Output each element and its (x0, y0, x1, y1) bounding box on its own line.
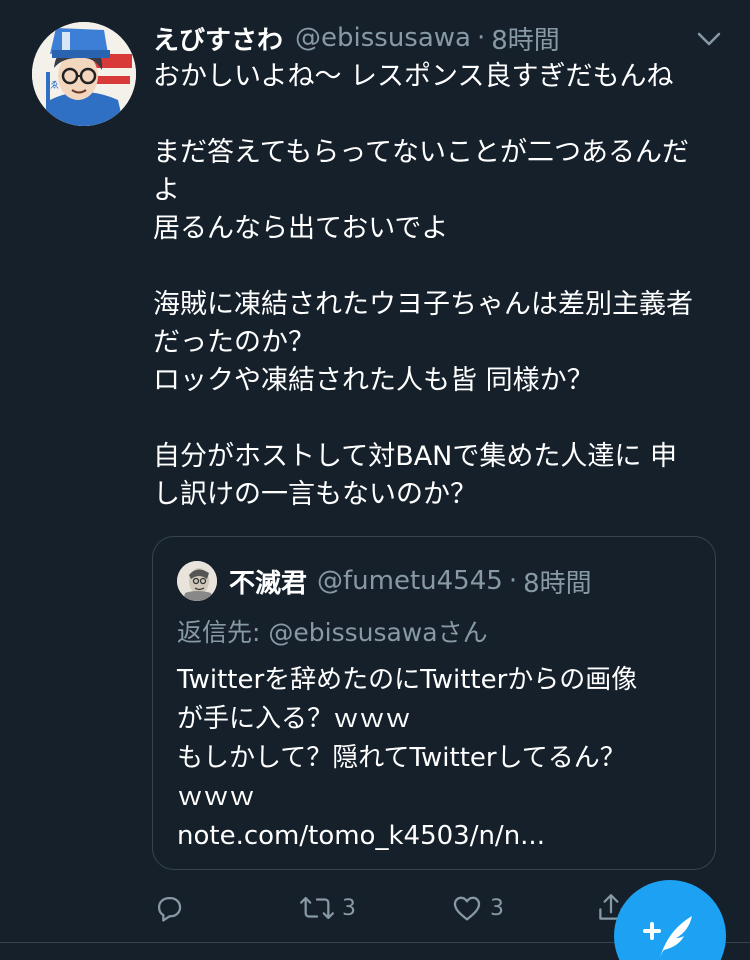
quoted-display-name[interactable]: 不滅君 (229, 563, 307, 600)
replying-to-prefix: 返信先: (177, 618, 269, 647)
tweet-text-line: 自分がホストして対BANで集めた人達に 申 (153, 441, 677, 472)
chevron-down-icon (697, 32, 721, 46)
quoted-tweet-card[interactable]: 不滅君 @fumetu4545 · 8時間 返信先: @ebissusawaさん… (152, 536, 716, 870)
display-name[interactable]: えびすさわ (153, 20, 283, 57)
replying-to-line: 返信先: @ebissusawaさん (177, 613, 488, 649)
svg-text:ゑ: ゑ (50, 80, 59, 91)
compose-tweet-icon (643, 916, 692, 958)
more-options-button[interactable] (692, 24, 726, 54)
tweet-text: おかしいよね〜 レスポンス良すぎだもんね まだ答えてもらってないことが二つあるん… (153, 58, 723, 514)
quoted-text-line: ｗｗｗ (177, 782, 256, 812)
retweet-button[interactable]: 3 (298, 888, 356, 928)
retweet-count: 3 (342, 895, 356, 921)
replying-to-suffix: さん (437, 618, 488, 647)
avatar[interactable]: ゑ (32, 22, 136, 126)
avatar-illustration: ゑ (32, 22, 136, 126)
tweet-text-line (153, 96, 723, 134)
quoted-link[interactable]: note.com/tomo_k4503/n/n... (177, 817, 697, 856)
quoted-header-separator: · (508, 566, 518, 596)
tweet-text-line: おかしいよね〜 レスポンス良すぎだもんね (153, 61, 674, 92)
quoted-user-handle[interactable]: @fumetu4545 (317, 566, 503, 596)
quoted-tweet-timestamp[interactable]: 8時間 (523, 563, 592, 600)
tweet-timestamp[interactable]: 8時間 (491, 20, 560, 57)
quoted-text-line: が手に入る？ｗｗｗ (177, 704, 412, 734)
tweet-header: えびすさわ @ebissusawa · 8時間 (153, 20, 560, 56)
tweet-text-line: だったのか？ (153, 327, 315, 358)
tweet-text-line: 海賊に凍結されたウヨ子ちゃんは差別主義者 (153, 289, 693, 320)
quoted-text-line: Twitterを辞めたのにTwitterからの画像 (177, 665, 638, 695)
reply-icon (157, 896, 182, 922)
quoted-avatar[interactable] (177, 561, 217, 601)
tweet-text-line (153, 248, 723, 286)
tweet-text-line: し訳けの一言もないのか？ (153, 479, 477, 510)
like-count: 3 (490, 895, 504, 921)
reply-button[interactable] (152, 888, 186, 928)
header-separator: · (477, 23, 486, 53)
tweet-text-line (153, 400, 723, 438)
heart-icon (453, 896, 481, 921)
retweet-icon (300, 896, 334, 920)
like-button[interactable]: 3 (450, 888, 504, 928)
replying-to-mention[interactable]: @ebissusawa (268, 618, 437, 647)
tweet-text-line: 居るんなら出ておいでよ (153, 213, 449, 244)
tweet-text-line: まだ答えてもらってないことが二つあるんだ (153, 137, 689, 168)
tweet-text-line: よ (153, 175, 180, 206)
quoted-text-line: もしかして？隠れてTwitterしてるん？ (177, 743, 626, 773)
user-handle[interactable]: @ebissusawa (295, 23, 471, 53)
quoted-tweet-header: 不滅君 @fumetu4545 · 8時間 (229, 563, 592, 599)
quoted-tweet-text: Twitterを辞めたのにTwitterからの画像 が手に入る？ｗｗｗ もしかし… (177, 661, 697, 856)
quoted-avatar-illustration (177, 561, 217, 601)
tweet-detail-screen: ゑ えびすさわ @ebissusawa · 8時間 おかしいよね〜 レスポンス良… (0, 0, 750, 960)
tweet-text-line: ロックや凍結された人も皆 同様か？ (153, 365, 594, 396)
